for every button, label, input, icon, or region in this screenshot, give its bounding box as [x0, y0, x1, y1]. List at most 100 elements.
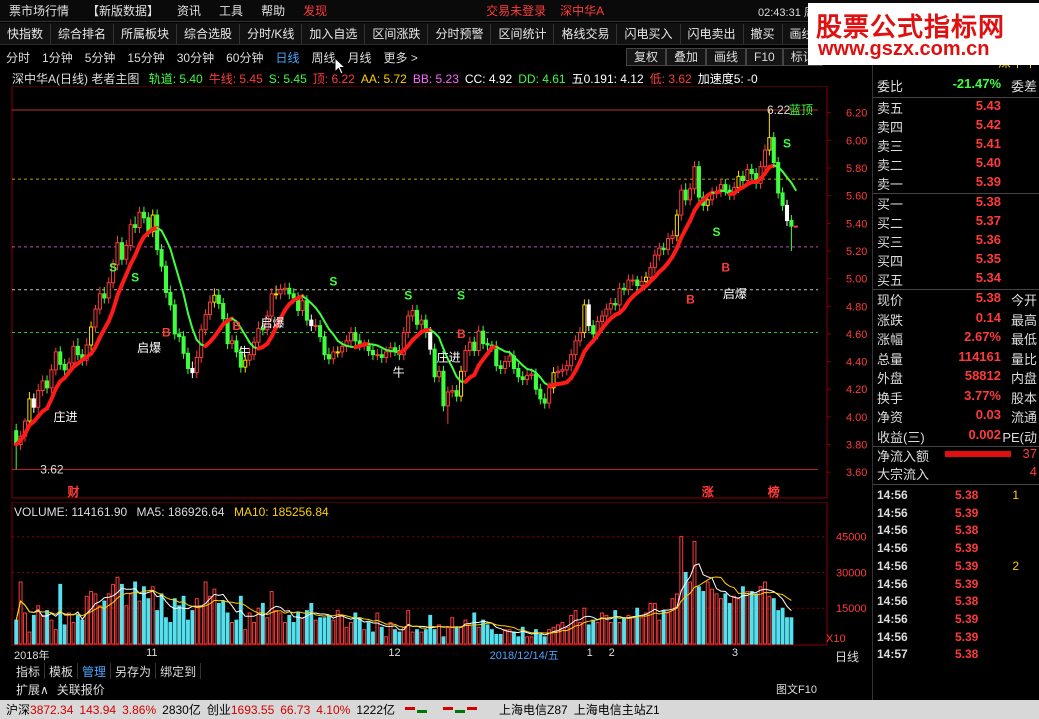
toolbar-stock-picker[interactable]: 综合选股 [177, 23, 241, 44]
f10-text-button[interactable]: 图文F10 [776, 681, 817, 697]
volume-bar [608, 622, 613, 645]
volume-bar [626, 614, 631, 645]
tab-5min[interactable]: 5分钟 [79, 49, 122, 66]
volume-bar [274, 610, 278, 645]
y-tick-label: 5.00 [846, 274, 867, 286]
volume-bar [67, 612, 71, 645]
toolbar-cancel-buy[interactable]: 撤买 [744, 23, 783, 44]
related-quote-button[interactable]: 关联报价 [53, 681, 109, 697]
index-turnover: 2830亿 [162, 703, 201, 717]
volume-bar [727, 602, 732, 645]
y-tick-label: 5.80 [846, 163, 867, 175]
tick-row: 14:56 5.39 [877, 612, 1037, 630]
tick-time: 14:56 [877, 558, 908, 573]
tab-15min[interactable]: 15分钟 [121, 49, 170, 66]
volume-bar [287, 614, 292, 645]
volume-chart[interactable]: 15000 30000 45000 X10 [0, 502, 872, 646]
volume-bar [419, 631, 424, 645]
server-secondary[interactable]: 上海电信主站Z1 [574, 701, 660, 718]
tab-bind-to[interactable]: 绑定到 [156, 663, 202, 679]
toolbar-grid-trade[interactable]: 格线交易 [554, 23, 618, 44]
tick-row: 14:56 5.38 [877, 594, 1037, 612]
volume-bar [476, 626, 481, 645]
volume-bar [93, 593, 98, 645]
trade-status[interactable]: 交易未登录 [486, 2, 546, 19]
toolbar-range-change[interactable]: 区间涨跌 [365, 23, 429, 44]
quote-label: 净资 [877, 410, 904, 425]
candle-body [692, 166, 697, 190]
toolbar-timeshare-alert[interactable]: 分时预警 [428, 23, 492, 44]
tab-template[interactable]: 模板 [45, 663, 79, 679]
menu-help[interactable]: 帮助 [252, 2, 294, 19]
candle-body [467, 341, 472, 352]
block-inflow-label: 大宗流入 [877, 467, 930, 482]
candle-body [243, 359, 248, 368]
ask-price: 5.43 [975, 98, 1001, 113]
volume-bar [344, 626, 349, 645]
candle-body [617, 287, 622, 306]
tab-save-as[interactable]: 另存为 [111, 663, 157, 679]
f10-button[interactable]: F10 [746, 48, 783, 66]
overlay-button[interactable]: 叠加 [666, 48, 707, 66]
bottom-tabs: 指标 模板 管理 另存为 绑定到 [12, 663, 202, 679]
volume-bar [80, 619, 85, 645]
ask-price: 5.42 [975, 117, 1001, 132]
tab-timeshare[interactable]: 分时 [0, 49, 36, 66]
quote-row: 外盘 58812 内盘 [877, 368, 1037, 387]
quote-row: 涨幅 2.67% 最低 [877, 329, 1037, 348]
volume-bar [53, 629, 58, 645]
toolbar-range-stats[interactable]: 区间统计 [491, 23, 555, 44]
y-tick-label: 4.00 [846, 412, 867, 424]
candle-body [53, 351, 58, 371]
volume-bar [547, 629, 552, 645]
tab-60min[interactable]: 60分钟 [220, 49, 269, 66]
toolbar-sector[interactable]: 所属板块 [114, 23, 178, 44]
candle-body [287, 287, 292, 295]
quote-label: 涨跌 [877, 312, 904, 328]
volume-bar [692, 540, 697, 645]
indicator-item: 五0.191: 4.12 [571, 72, 644, 86]
menu-news[interactable]: 资讯 [168, 2, 210, 19]
candle-body [564, 365, 569, 371]
candle-body [124, 244, 129, 260]
expand-button[interactable]: 扩展∧ [12, 681, 53, 697]
tab-manage[interactable]: 管理 [78, 663, 112, 679]
toolbar-ranking[interactable]: 综合排名 [51, 23, 115, 44]
candle-body [533, 373, 538, 390]
toolbar-add-watchlist[interactable]: 加入自选 [302, 23, 366, 44]
weibi-value: -21.47% [952, 76, 1001, 91]
net-inflow-label: 净流入额 [877, 449, 930, 464]
quote-label: 涨幅 [877, 332, 904, 347]
index-change: 143.94 [79, 702, 117, 717]
candle-body [666, 238, 671, 251]
candle-body [216, 294, 221, 305]
tab-1min[interactable]: 1分钟 [36, 49, 79, 66]
toolbar-timeshare-kline[interactable]: 分时/K线 [240, 23, 303, 44]
draw-line-button[interactable]: 画线 [706, 48, 747, 66]
trend-line-segment [451, 366, 458, 378]
toolbar-quick-index[interactable]: 快指数 [0, 23, 52, 44]
volume-bar [441, 636, 446, 645]
toolbar-flash-sell[interactable]: 闪电卖出 [681, 23, 744, 44]
tick-row: 14:56 5.39 [877, 577, 1037, 595]
server-primary[interactable]: 上海电信Z87 [499, 701, 568, 718]
trend-line-segment [785, 176, 793, 184]
tab-30min[interactable]: 30分钟 [171, 49, 220, 66]
menu-new-data[interactable]: 【新版数据】 [78, 2, 168, 19]
tab-daily[interactable]: 日线 [269, 49, 305, 66]
menu-discover[interactable]: 发现 [294, 2, 336, 19]
volume-bar [75, 614, 80, 645]
candle-body [155, 214, 160, 251]
menu-market[interactable]: 票市场行情 [0, 2, 78, 19]
tab-more[interactable]: 更多 > [378, 49, 424, 66]
restore-rights-button[interactable]: 复权 [626, 48, 667, 66]
tab-monthly[interactable]: 月线 [342, 49, 378, 66]
date-label: 3 [731, 647, 739, 659]
toolbar-flash-buy[interactable]: 闪电买入 [617, 23, 681, 44]
volume-bar [776, 610, 781, 645]
trend-line-segment [111, 293, 120, 313]
menu-tools[interactable]: 工具 [210, 2, 252, 19]
volume-bar [498, 633, 503, 645]
tab-indicator[interactable]: 指标 [12, 663, 46, 679]
price-chart[interactable]: 3.60 3.80 4.00 4.20 4.40 4.60 4.80 5.00 5.20 5.40… [0, 86, 872, 504]
